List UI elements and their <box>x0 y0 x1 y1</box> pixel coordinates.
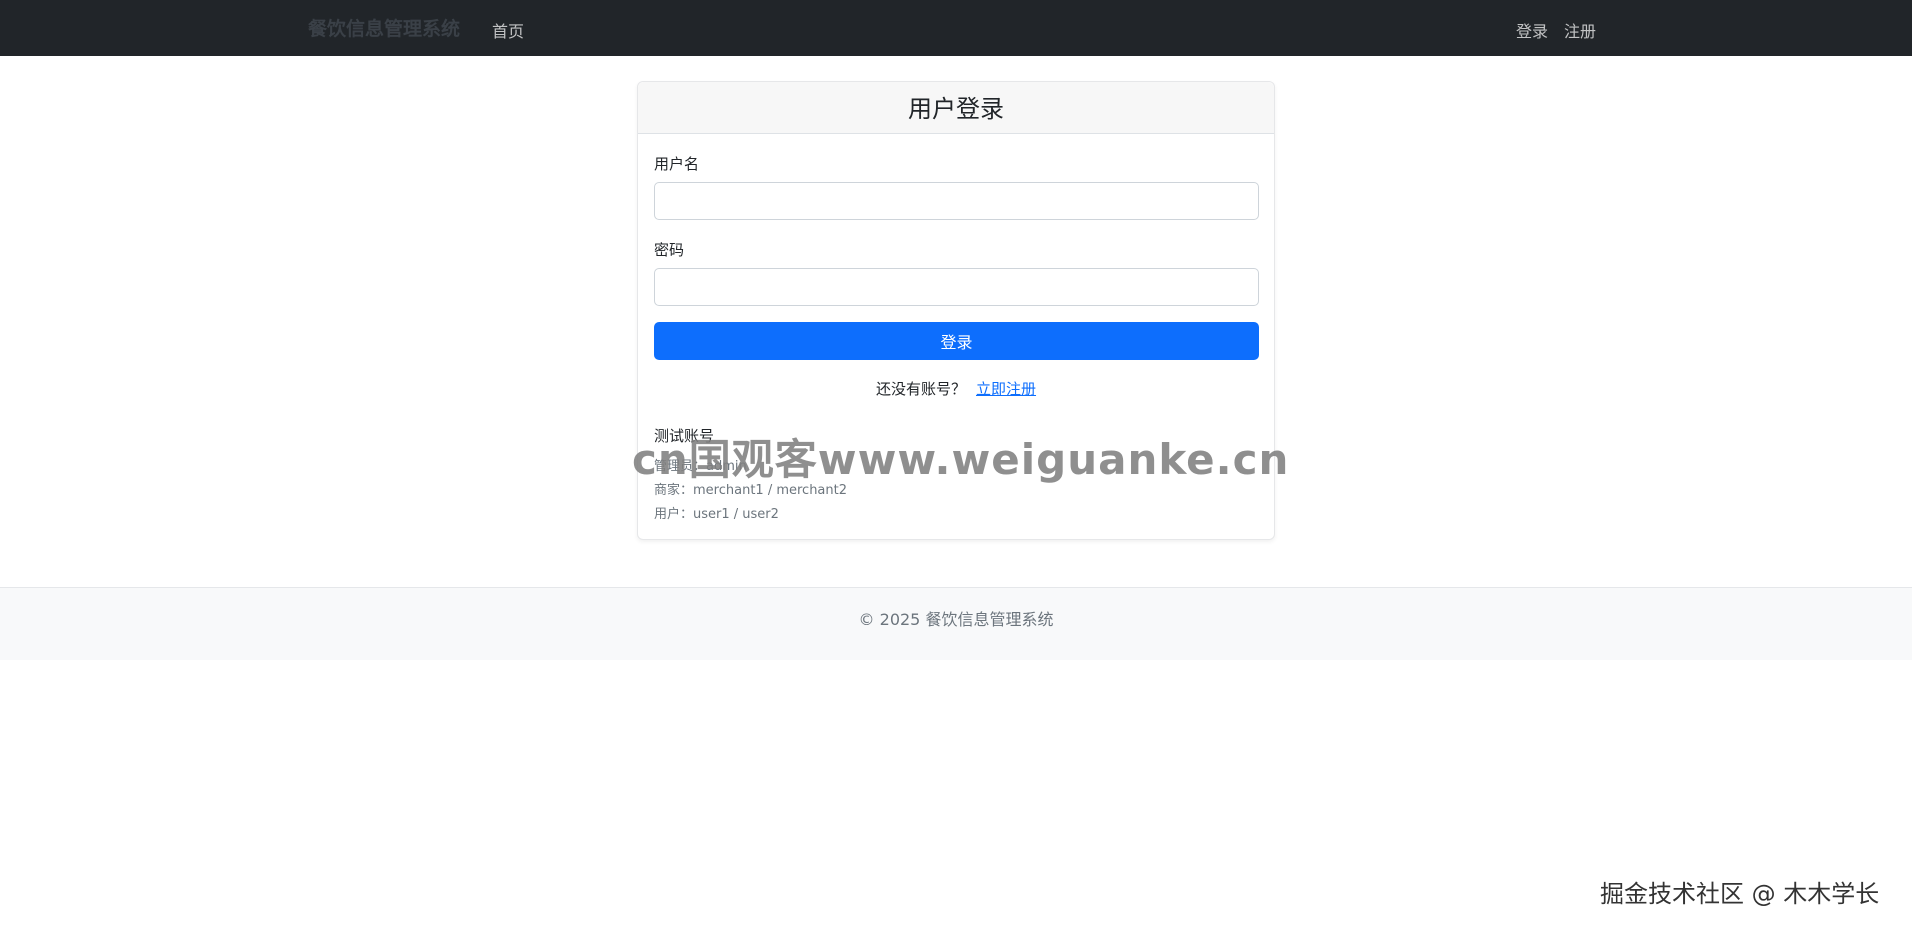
brand-logo-link[interactable]: 餐饮信息管理系统 <box>308 14 460 41</box>
login-title: 用户登录 <box>908 95 1004 123</box>
username-input[interactable] <box>654 182 1259 220</box>
username-label: 用户名 <box>654 155 700 173</box>
login-card-header: 用户登录 <box>638 82 1274 134</box>
register-prompt: 还没有账号？ 立即注册 <box>638 378 1274 399</box>
watermark-corner: 掘金技术社区 @ 木木学长 <box>1600 880 1880 908</box>
password-label: 密码 <box>654 241 685 259</box>
nav-register-link[interactable]: 注册 <box>1564 18 1596 42</box>
watermark-center: cn国观客www.weiguanke.cn <box>632 435 1290 484</box>
nav-login-link[interactable]: 登录 <box>1516 18 1548 42</box>
nav-home-link[interactable]: 首页 <box>492 18 524 42</box>
password-input[interactable] <box>654 268 1259 306</box>
login-button[interactable]: 登录 <box>654 322 1259 360</box>
page-footer: © 2025 餐饮信息管理系统 <box>0 587 1912 660</box>
test-account-user: 用户：user1 / user2 <box>654 507 779 522</box>
top-navbar: 餐饮信息管理系统 首页 登录 注册 <box>0 0 1912 56</box>
register-prompt-text: 还没有账号？ <box>875 380 966 398</box>
register-now-link[interactable]: 立即注册 <box>976 380 1036 398</box>
footer-copyright: © 2025 餐饮信息管理系统 <box>858 610 1054 629</box>
